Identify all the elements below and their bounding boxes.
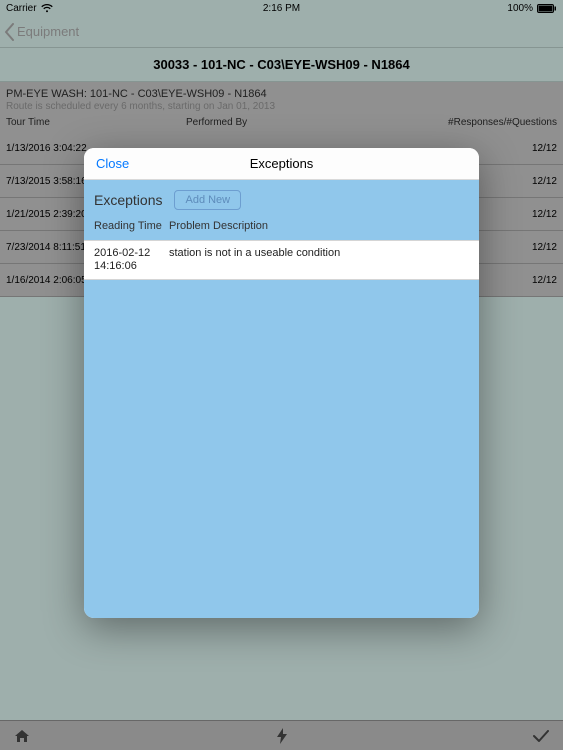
bottom-toolbar <box>0 720 563 750</box>
battery-icon <box>537 4 557 13</box>
modal-column-headers: Reading Time Problem Description <box>84 216 479 240</box>
carrier-label: Carrier <box>6 3 37 14</box>
cell-responses: 12/12 <box>532 242 557 253</box>
cell-problem-description: station is not in a useable condition <box>169 247 469 273</box>
route-schedule: Route is scheduled every 6 months, start… <box>6 101 557 112</box>
home-icon <box>14 729 30 743</box>
cell-responses: 12/12 <box>532 176 557 187</box>
close-button[interactable]: Close <box>96 148 129 179</box>
chevron-left-icon <box>4 23 15 41</box>
back-label: Equipment <box>17 24 79 39</box>
exception-row[interactable]: 2016-02-12 14:16:06 station is not in a … <box>84 240 479 280</box>
exceptions-modal: Close Exceptions Exceptions Add New Read… <box>84 148 479 618</box>
home-button[interactable] <box>14 729 30 743</box>
bolt-icon <box>277 728 287 744</box>
status-time: 2:16 PM <box>263 3 300 14</box>
col-header-tour-time: Tour Time <box>6 117 186 128</box>
modal-title: Exceptions <box>250 156 314 171</box>
action-button[interactable] <box>277 728 287 744</box>
col-header-responses: #Responses/#Questions <box>448 117 557 128</box>
cell-responses: 12/12 <box>532 209 557 220</box>
check-icon <box>533 730 549 742</box>
wifi-icon <box>41 4 53 13</box>
sub-header: PM-EYE WASH: 101-NC - C03\EYE-WSH09 - N1… <box>0 82 563 132</box>
page-title: 30033 - 101-NC - C03\EYE-WSH09 - N1864 <box>0 48 563 82</box>
column-headers: Tour Time Performed By #Responses/#Quest… <box>6 117 557 128</box>
back-button[interactable]: Equipment <box>4 23 79 41</box>
modal-body: Exceptions Add New Reading Time Problem … <box>84 180 479 618</box>
modal-section-title: Exceptions <box>94 192 162 208</box>
confirm-button[interactable] <box>533 730 549 742</box>
cell-reading-time: 2016-02-12 14:16:06 <box>94 247 169 273</box>
add-new-button[interactable]: Add New <box>174 190 241 210</box>
cell-responses: 12/12 <box>532 275 557 286</box>
col-header-reading-time: Reading Time <box>94 220 169 232</box>
cell-responses: 12/12 <box>532 143 557 154</box>
nav-bar: Equipment <box>0 16 563 48</box>
battery-percent: 100% <box>507 3 533 14</box>
route-title: PM-EYE WASH: 101-NC - C03\EYE-WSH09 - N1… <box>6 88 557 100</box>
col-header-problem-description: Problem Description <box>169 220 469 232</box>
modal-header: Close Exceptions <box>84 148 479 180</box>
status-bar: Carrier 2:16 PM 100% <box>0 0 563 16</box>
modal-section-header: Exceptions Add New <box>84 180 479 216</box>
col-header-performed-by: Performed By <box>186 117 448 128</box>
